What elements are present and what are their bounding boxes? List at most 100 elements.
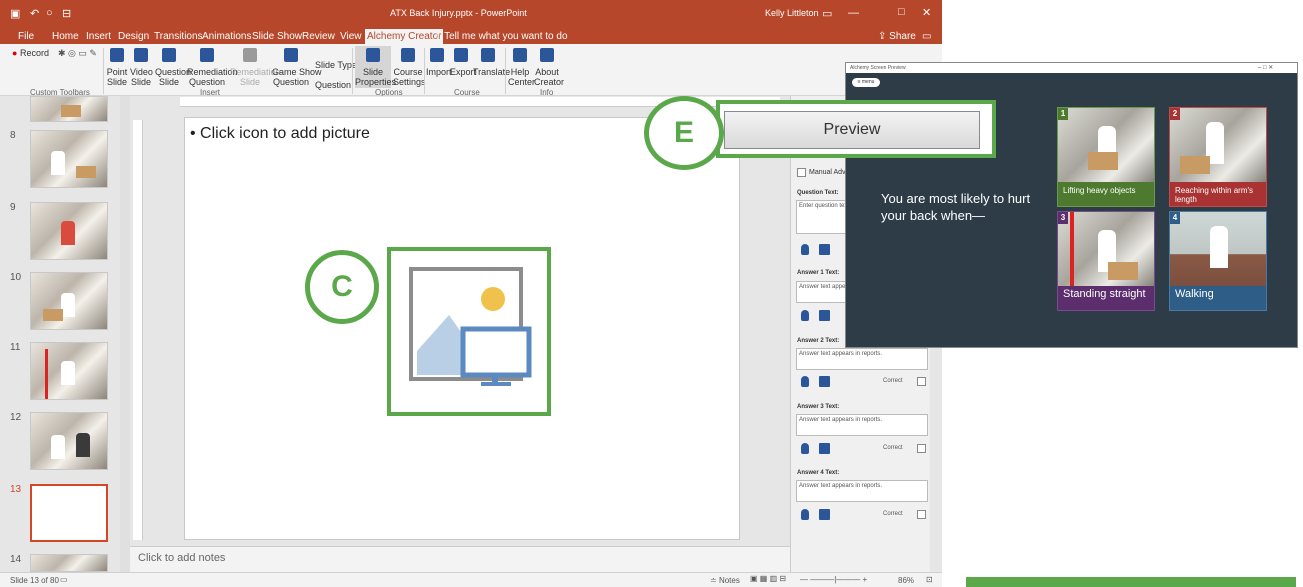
comments-icon[interactable]: ▭ bbox=[920, 29, 933, 44]
preview-menu-button[interactable]: ≡ menu bbox=[852, 78, 880, 87]
notes-area[interactable]: Click to add notes bbox=[130, 546, 790, 572]
tab-home[interactable]: Home bbox=[50, 29, 81, 44]
record-button[interactable]: ● Record bbox=[12, 48, 49, 58]
course-settings-button[interactable]: Course Settings bbox=[393, 48, 426, 87]
tell-me-search[interactable]: ♀ Tell me what you want to do bbox=[432, 29, 570, 44]
tab-slide-show[interactable]: Slide Show bbox=[250, 29, 304, 44]
answer-label: Reaching within arm's length bbox=[1170, 182, 1266, 206]
save-icon[interactable]: ▣ bbox=[10, 7, 20, 20]
game-show-question-button[interactable]: Game Show Question bbox=[272, 48, 322, 87]
microphone-icon[interactable] bbox=[801, 443, 809, 454]
fit-to-window-icon[interactable]: ⊡ bbox=[926, 575, 933, 584]
answer-card-3[interactable]: 3 Standing straight bbox=[1057, 211, 1155, 311]
status-bar: Slide 13 of 80 ▭ ≐ Notes ▣ ▦ ▥ ⊟ — ———|—… bbox=[0, 572, 942, 587]
video-slide-label-2: Slide bbox=[130, 77, 151, 87]
microphone-icon[interactable] bbox=[801, 509, 809, 520]
slide-thumbnail-10[interactable] bbox=[30, 272, 108, 330]
tab-transitions[interactable]: Transitions bbox=[152, 29, 205, 44]
slide-thumbnail-8[interactable] bbox=[30, 130, 108, 188]
preview-question-text: You are most likely to hurt your back wh… bbox=[881, 191, 1031, 223]
translate-button[interactable]: Translate bbox=[473, 48, 510, 77]
microphone-icon[interactable] bbox=[801, 376, 809, 387]
tab-file[interactable]: File bbox=[16, 29, 36, 44]
answer-4-field[interactable]: Answer text appears in reports. bbox=[796, 480, 928, 502]
remediation-question-label-2: Question bbox=[188, 77, 226, 87]
speaker-icon[interactable] bbox=[819, 376, 830, 387]
slide-number: 14 bbox=[10, 554, 22, 565]
slide-thumbnail-13-selected[interactable] bbox=[30, 484, 108, 542]
spellcheck-icon[interactable]: ▭ bbox=[60, 575, 68, 584]
slide-thumbnail-11[interactable] bbox=[30, 342, 108, 400]
correct-checkbox[interactable] bbox=[917, 444, 926, 453]
tab-insert[interactable]: Insert bbox=[84, 29, 113, 44]
correct-checkbox[interactable] bbox=[917, 510, 926, 519]
ribbon-display-icon[interactable]: ▭ bbox=[822, 7, 832, 20]
picture-placeholder[interactable] bbox=[387, 247, 551, 416]
remediation-question-button[interactable]: Remediation Question bbox=[187, 48, 238, 87]
answer-card-2[interactable]: 2 Reaching within arm's length bbox=[1169, 107, 1267, 207]
answer-1-label: Answer 1 Text: bbox=[797, 270, 840, 276]
share-button[interactable]: ⇪ Share bbox=[876, 29, 918, 44]
toolbar-icons[interactable]: ✱ ◎ ▭ ✎ bbox=[58, 48, 97, 58]
point-slide-icon bbox=[110, 48, 124, 62]
zoom-slider[interactable]: — ———|——— + bbox=[800, 575, 867, 584]
tab-animations[interactable]: Animations bbox=[200, 29, 253, 44]
start-slideshow-icon[interactable]: ⊟ bbox=[62, 7, 71, 20]
about-creator-icon bbox=[540, 48, 554, 62]
window-controls[interactable]: – □ ✕ bbox=[1258, 64, 1273, 71]
question-slide-button[interactable]: Question Slide bbox=[155, 48, 191, 87]
slide-thumbnail-9[interactable] bbox=[30, 202, 108, 260]
answer-card-1[interactable]: 1 Lifting heavy objects bbox=[1057, 107, 1155, 207]
zoom-level[interactable]: 86% bbox=[898, 576, 914, 585]
slide-properties-icon bbox=[366, 48, 380, 62]
slide-count: Slide 13 of 80 bbox=[10, 576, 59, 585]
answer-3-field[interactable]: Answer text appears in reports. bbox=[796, 414, 928, 436]
import-icon bbox=[430, 48, 444, 62]
speaker-icon[interactable] bbox=[819, 509, 830, 520]
video-slide-label-1: Video bbox=[130, 67, 153, 77]
answer-number: 3 bbox=[1058, 212, 1068, 224]
slide-thumbnail-7[interactable] bbox=[30, 96, 108, 122]
correct-checkbox[interactable] bbox=[917, 377, 926, 386]
tab-view[interactable]: View bbox=[338, 29, 364, 44]
answer-2-field[interactable]: Answer text appears in reports. bbox=[796, 348, 928, 370]
answer-photo bbox=[1170, 212, 1266, 288]
help-center-button[interactable]: Help Center bbox=[508, 48, 535, 87]
thumbnail-scrollbar[interactable] bbox=[120, 96, 130, 572]
tab-review[interactable]: Review bbox=[300, 29, 337, 44]
preview-button[interactable]: Preview bbox=[724, 111, 980, 149]
close-icon[interactable]: ✕ bbox=[922, 6, 931, 19]
share-icon: ⇪ bbox=[878, 31, 890, 42]
tab-design[interactable]: Design bbox=[116, 29, 151, 44]
undo-icon[interactable]: ↶ bbox=[30, 7, 39, 20]
slide-bullet-text[interactable]: • Click icon to add picture bbox=[190, 125, 370, 143]
speaker-icon[interactable] bbox=[819, 244, 830, 255]
notes-button[interactable]: ≐ Notes bbox=[710, 576, 740, 585]
speaker-icon[interactable] bbox=[819, 443, 830, 454]
about-creator-button[interactable]: About Creator bbox=[534, 48, 564, 87]
video-slide-button[interactable]: Video Slide bbox=[130, 48, 153, 87]
answer-card-4[interactable]: 4 Walking bbox=[1169, 211, 1267, 311]
slide-thumbnail-12[interactable] bbox=[30, 412, 108, 470]
maximize-icon[interactable]: □ bbox=[898, 6, 905, 18]
redo-icon[interactable]: ○ bbox=[46, 7, 53, 19]
slide-number: 10 bbox=[10, 272, 22, 283]
slide-thumbnail-pane: 8 9 10 11 12 13 14 bbox=[0, 96, 120, 572]
point-slide-button[interactable]: Point Slide bbox=[106, 48, 128, 87]
slide-thumbnail-14[interactable] bbox=[30, 554, 108, 572]
slide-properties-button[interactable]: Slide Properties bbox=[355, 46, 396, 88]
microphone-icon[interactable] bbox=[801, 310, 809, 321]
user-name[interactable]: Kelly Littleton bbox=[765, 8, 819, 18]
view-buttons[interactable]: ▣ ▦ ▥ ⊟ bbox=[750, 574, 786, 583]
microphone-icon[interactable] bbox=[801, 244, 809, 255]
minimize-icon[interactable]: — bbox=[848, 7, 859, 19]
insert-picture-icon bbox=[409, 267, 532, 386]
export-button[interactable]: Export bbox=[450, 48, 476, 77]
speaker-icon[interactable] bbox=[819, 310, 830, 321]
answer-photo bbox=[1058, 212, 1154, 288]
separator bbox=[352, 48, 353, 94]
manual-advance-checkbox[interactable] bbox=[797, 168, 806, 177]
answer-number: 1 bbox=[1058, 108, 1068, 120]
import-button[interactable]: Import bbox=[426, 48, 452, 77]
remediation-slide-button[interactable]: Remediation Slide bbox=[230, 48, 281, 87]
